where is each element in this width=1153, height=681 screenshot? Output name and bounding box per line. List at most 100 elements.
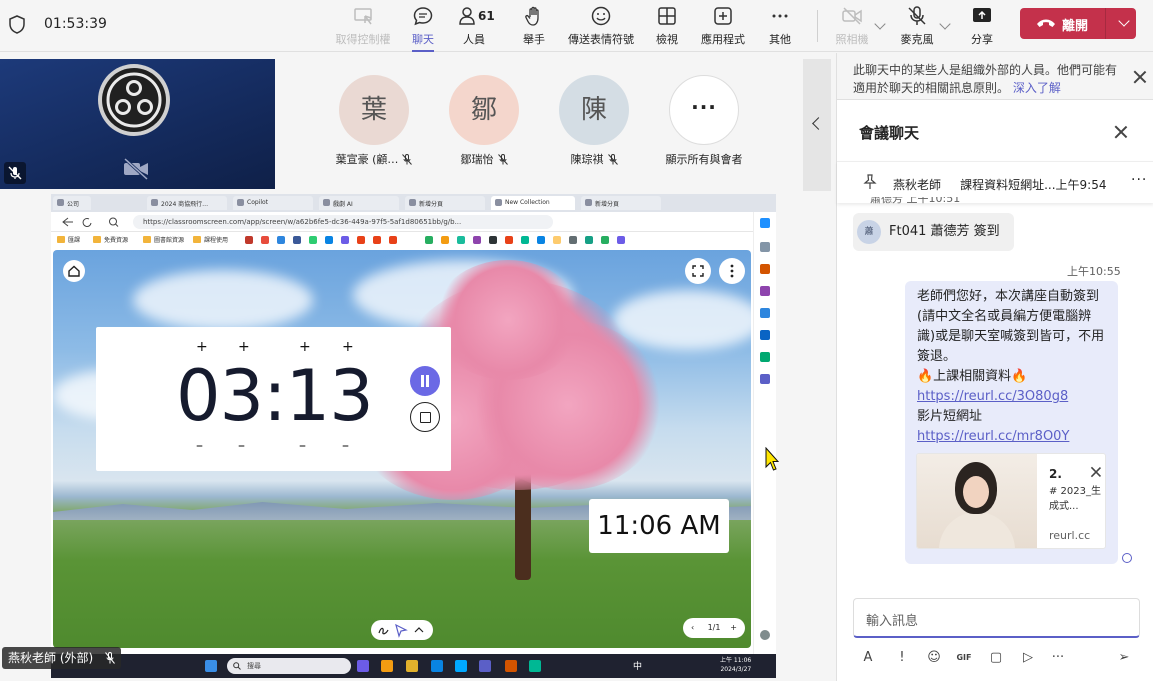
- bookmark-icon[interactable]: [601, 236, 609, 244]
- decrement-minutes-tens-button[interactable]: –: [196, 438, 203, 454]
- windows-start-icon[interactable]: [205, 660, 217, 672]
- bookmark-icon[interactable]: [457, 236, 465, 244]
- gif-icon[interactable]: GIF: [955, 649, 973, 667]
- mic-button[interactable]: 麥克風: [898, 5, 936, 49]
- stop-timer-button[interactable]: [410, 402, 440, 432]
- leave-button[interactable]: 離開: [1020, 8, 1136, 39]
- taskbar-app-icon[interactable]: [529, 660, 541, 672]
- participant-tile[interactable]: 陳 陳琮祺: [549, 75, 639, 167]
- bookmark-icon[interactable]: [473, 236, 481, 244]
- taskbar-clock[interactable]: 上午 11:06 2024/3/27: [720, 656, 751, 674]
- link-preview-card[interactable]: 2. # 2023_生成式... reurl.cc: [916, 453, 1106, 549]
- browser-tab[interactable]: 公司: [53, 196, 91, 210]
- collapse-gallery-button[interactable]: [803, 59, 831, 191]
- shield-icon[interactable]: [9, 15, 25, 34]
- bookmark-icon[interactable]: [261, 236, 269, 244]
- browser-tab[interactable]: 2024 商協飛行…: [147, 196, 227, 210]
- drawing-tools[interactable]: [371, 620, 433, 640]
- chat-message[interactable]: 蕭 Ft041 蕭德芳 簽到: [853, 213, 1014, 251]
- more-options-icon[interactable]: ···: [1049, 649, 1067, 667]
- learn-more-link[interactable]: 深入了解: [1013, 81, 1061, 95]
- bookmark-folder[interactable]: 免費資源: [93, 235, 128, 244]
- browser-tab[interactable]: 新增分頁: [581, 196, 661, 210]
- powerpoint-icon[interactable]: [505, 660, 517, 672]
- edge-icon[interactable]: [455, 660, 467, 672]
- bookmark-icon[interactable]: [553, 236, 561, 244]
- send-icon[interactable]: ➢: [1115, 649, 1133, 667]
- office-icon[interactable]: [760, 308, 770, 318]
- more-button[interactable]: 其他: [765, 5, 795, 49]
- format-icon[interactable]: A: [859, 649, 877, 667]
- bookmark-icon[interactable]: [245, 236, 253, 244]
- important-icon[interactable]: !: [893, 649, 911, 667]
- reactions-button[interactable]: 傳送表情符號: [566, 5, 636, 49]
- board-menu-button[interactable]: [719, 258, 745, 284]
- tools-icon[interactable]: [760, 264, 770, 274]
- remove-preview-icon[interactable]: [1090, 466, 1101, 477]
- bookmark-icon[interactable]: [617, 236, 625, 244]
- decrement-seconds-ones-button[interactable]: –: [342, 438, 349, 454]
- add-page-button[interactable]: +: [730, 618, 737, 638]
- increment-minutes-tens-button[interactable]: +: [196, 339, 208, 355]
- games-icon[interactable]: [760, 286, 770, 296]
- apps-button[interactable]: 應用程式: [700, 5, 746, 49]
- participant-tile[interactable]: 葉 葉宣豪 (顧…: [329, 75, 419, 167]
- fullscreen-button[interactable]: [685, 258, 711, 284]
- bookmark-icon[interactable]: [505, 236, 513, 244]
- taskbar-search[interactable]: 搜尋: [227, 658, 351, 674]
- clock-widget[interactable]: 11:06 AM: [589, 499, 729, 553]
- taskbar-app-icon[interactable]: [357, 660, 369, 672]
- teams-icon[interactable]: [760, 374, 770, 384]
- bookmark-icon[interactable]: [585, 236, 593, 244]
- bookmark-icon[interactable]: [569, 236, 577, 244]
- bookmark-folder[interactable]: 課程使用: [193, 235, 228, 244]
- view-button[interactable]: 檢視: [652, 5, 682, 49]
- bookmark-folder[interactable]: 圖書館資源: [143, 235, 184, 244]
- input-method-indicator[interactable]: 中: [633, 659, 642, 672]
- bookmark-icon[interactable]: [325, 236, 333, 244]
- bookmark-icon[interactable]: [489, 236, 497, 244]
- bookmark-icon[interactable]: [389, 236, 397, 244]
- pinned-more-icon[interactable]: ···: [1131, 172, 1147, 188]
- increment-minutes-ones-button[interactable]: +: [238, 339, 250, 355]
- copilot-icon[interactable]: [760, 218, 770, 228]
- decrement-seconds-tens-button[interactable]: –: [299, 438, 306, 454]
- camera-button[interactable]: 照相機: [834, 5, 870, 49]
- decrement-minutes-ones-button[interactable]: –: [238, 438, 245, 454]
- file-explorer-icon[interactable]: [406, 660, 418, 672]
- taskbar-app-icon[interactable]: [381, 660, 393, 672]
- sticker-icon[interactable]: ▢: [987, 649, 1005, 667]
- home-button[interactable]: [63, 260, 85, 282]
- message-link[interactable]: https://reurl.cc/mr8O0Y: [917, 427, 1106, 447]
- teams-icon[interactable]: [479, 660, 491, 672]
- mic-options-chevron-icon[interactable]: [939, 18, 951, 30]
- people-button[interactable]: 61 人員: [452, 5, 496, 49]
- loop-icon[interactable]: ▷: [1019, 649, 1037, 667]
- bookmark-icon[interactable]: [373, 236, 381, 244]
- shared-screen[interactable]: 公司 2024 商協飛行… Copilot 戲劇 AI 新增分頁 New Col…: [51, 194, 776, 678]
- bookmark-icon[interactable]: [341, 236, 349, 244]
- message-input[interactable]: 輸入訊息: [853, 598, 1140, 638]
- show-all-participants-button[interactable]: ··· 顯示所有與會者: [659, 75, 749, 167]
- bookmark-icon[interactable]: [425, 236, 433, 244]
- participant-tile[interactable]: 鄒 鄒瑞怡: [439, 75, 529, 167]
- search-icon[interactable]: [760, 242, 770, 252]
- leave-options-chevron-icon[interactable]: [1118, 15, 1130, 27]
- settings-gear-icon[interactable]: [760, 630, 770, 640]
- share-button[interactable]: 分享: [967, 5, 997, 49]
- outlook-icon[interactable]: [760, 330, 770, 340]
- board-pager[interactable]: ‹ 1/1 +: [683, 618, 745, 638]
- browser-tab-active[interactable]: New Collection: [491, 196, 575, 210]
- taskbar-app-icon[interactable]: [431, 660, 443, 672]
- bookmark-icon[interactable]: [357, 236, 365, 244]
- bookmark-icon[interactable]: [441, 236, 449, 244]
- increment-seconds-tens-button[interactable]: +: [299, 339, 311, 355]
- camera-options-chevron-icon[interactable]: [874, 18, 886, 30]
- own-chat-message[interactable]: 老師們您好，本次講座自動簽到(請中文全名或員編方便電腦辨識)或是聊天室喊簽到皆可…: [905, 281, 1118, 564]
- url-field[interactable]: https://classroomscreen.com/app/screen/w…: [133, 215, 553, 229]
- raise-hand-button[interactable]: 舉手: [519, 5, 549, 49]
- bookmark-icon[interactable]: [277, 236, 285, 244]
- browser-tab[interactable]: 新增分頁: [405, 196, 485, 210]
- bookmark-icon[interactable]: [293, 236, 301, 244]
- bookmark-icon[interactable]: [309, 236, 317, 244]
